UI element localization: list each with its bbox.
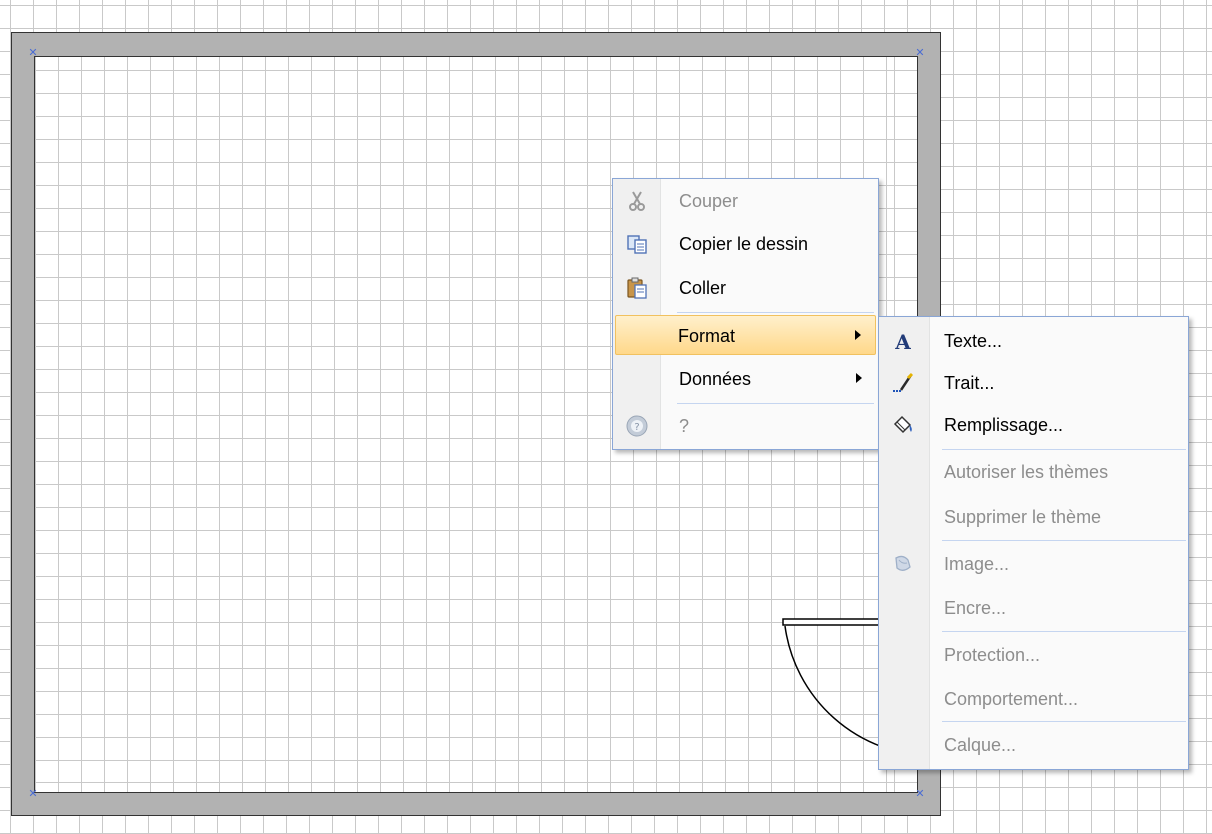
menu-item-label: Autoriser les thèmes [944,462,1109,482]
submenu-item-comportement[interactable]: Comportement... [881,679,1186,719]
menu-item-label: Encre... [944,598,1007,618]
paste-icon [627,277,647,299]
format-submenu: A Texte... Trait... Remplissage... Autor… [878,316,1189,770]
submenu-item-autoriser-themes[interactable]: Autoriser les thèmes [881,452,1186,492]
menu-item-label: ? [679,416,690,436]
selection-handle-bottom-left[interactable]: ✕ [28,788,38,799]
menu-item-coller[interactable]: Coller [615,268,876,308]
selection-handle-top-right[interactable]: ✕ [915,47,925,58]
menu-item-label: Coller [679,278,727,298]
menu-item-format[interactable]: Format [615,315,876,355]
menu-separator [942,721,1186,722]
menu-separator [677,312,874,313]
submenu-item-calque[interactable]: Calque... [881,725,1186,765]
menu-item-label: Trait... [944,373,995,393]
menu-item-label: Format [678,326,736,346]
context-menu: Couper Copier le dessin Coller Format Do… [612,178,879,450]
menu-item-copier-le-dessin[interactable]: Copier le dessin [615,224,876,264]
submenu-item-trait[interactable]: Trait... [881,363,1186,403]
copy-icon [627,235,647,254]
submenu-item-supprimer-theme[interactable]: Supprimer le thème [881,497,1186,537]
menu-item-couper[interactable]: Couper [615,181,876,221]
selection-handle-bottom-right[interactable]: ✕ [915,788,925,799]
image-format-icon [895,555,911,571]
menu-item-label: Copier le dessin [679,234,809,254]
line-brush-icon [893,372,914,392]
menu-item-aide[interactable]: ? ? [615,406,876,446]
menu-item-label: Calque... [944,735,1017,755]
scissors-icon [629,191,645,211]
menu-item-label: Protection... [944,645,1041,665]
menu-separator [942,631,1186,632]
svg-text:A: A [894,330,911,353]
menu-item-label: Couper [679,191,739,211]
submenu-arrow-icon [855,330,861,340]
menu-item-label: Texte... [944,331,1003,351]
menu-separator [942,449,1186,450]
menu-item-label: Supprimer le thème [944,507,1102,527]
submenu-item-image[interactable]: Image... [881,544,1186,584]
submenu-item-texte[interactable]: A Texte... [881,321,1186,361]
selection-handle-top-left[interactable]: ✕ [28,47,38,58]
fill-bucket-icon [893,415,912,434]
menu-separator [677,403,874,404]
text-format-icon: A [894,330,911,353]
submenu-arrow-icon [856,373,862,383]
svg-text:?: ? [634,422,639,433]
submenu-item-protection[interactable]: Protection... [881,635,1186,675]
menu-item-label: Remplissage... [944,415,1064,435]
submenu-item-remplissage[interactable]: Remplissage... [881,405,1186,445]
menu-item-donnees[interactable]: Données [615,359,876,399]
menu-item-label: Image... [944,554,1010,574]
help-icon: ? [626,415,648,437]
menu-item-label: Données [679,369,752,389]
menu-item-label: Comportement... [944,689,1079,709]
menu-separator [942,540,1186,541]
submenu-item-encre[interactable]: Encre... [881,588,1186,628]
